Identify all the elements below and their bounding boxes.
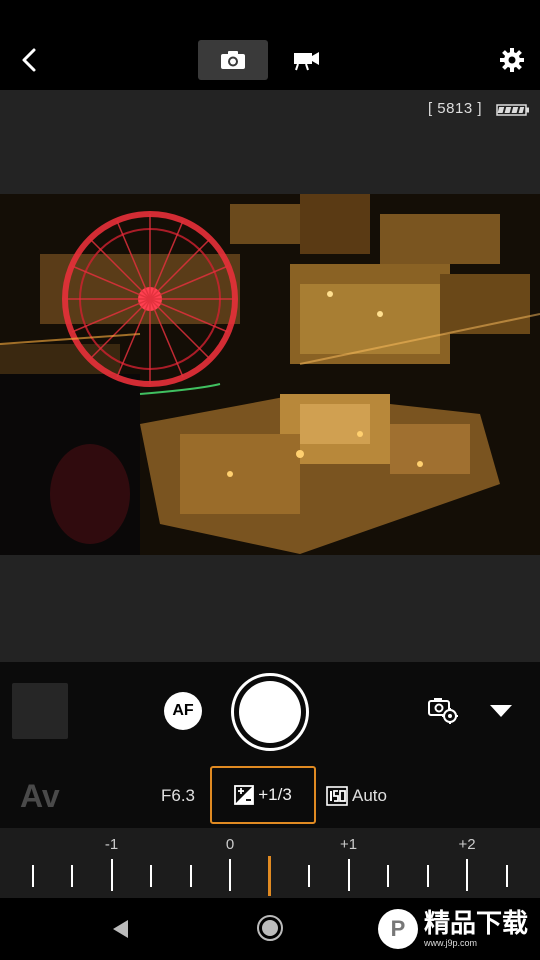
ruler-major-tick [110,859,113,891]
last-photo-thumbnail[interactable] [12,683,68,739]
video-mode-tab[interactable] [280,40,332,80]
exposure-compensation-control[interactable]: +1/3 [210,766,316,824]
ruler-minor-tick [426,865,429,887]
shots-remaining: [ 5813 ] [427,100,482,117]
watermark: P 精品下载 www.j9p.com [378,904,528,954]
ruler-minor-tick [31,865,34,887]
exposure-ruler[interactable]: -1 0 +1 +2 [0,828,540,898]
iso-control[interactable]: Auto [326,784,387,808]
ruler-major-tick [347,859,350,891]
ruler-minor-tick [189,865,192,887]
battery-full-icon [496,104,529,116]
ruler-minor-tick [308,865,310,887]
ruler-major-tick [466,859,468,891]
shutter-inner-circle [239,681,301,743]
aperture-value[interactable]: F6.3 [150,786,206,806]
exposure-compensation-icon [234,785,255,805]
ferris-wheel [62,211,238,387]
iso-value: Auto [352,786,387,805]
ruler-label: +2 [458,836,476,853]
dropdown-button[interactable] [484,696,518,726]
ruler-minor-tick [387,865,389,887]
back-button[interactable] [12,40,46,80]
live-view-image[interactable] [0,194,540,555]
ruler-major-tick [229,859,231,891]
camera-settings-button[interactable] [425,692,461,728]
ruler-label: +1 [339,836,358,853]
gear-icon [500,48,524,72]
chevron-left-icon [22,48,36,72]
movie-camera-icon [294,52,319,71]
watermark-sub-text: www.j9p.com [424,938,478,948]
shooting-mode[interactable]: Av [20,778,60,815]
iso-icon [326,786,348,806]
photo-mode-tab[interactable] [198,40,268,80]
camera-gear-icon [428,698,458,724]
watermark-main-text: 精品下载 [424,908,529,938]
ruler-minor-tick [150,865,152,887]
ruler-current-indicator [267,856,271,896]
triangle-left-icon[interactable] [110,918,132,940]
exposure-compensation-value: +1/3 [258,785,292,804]
settings-button[interactable] [492,40,532,80]
top-bar [0,0,540,90]
ruler-label: -1 [104,836,119,853]
watermark-logo: P [378,909,418,949]
shutter-button[interactable] [231,673,309,751]
camera-icon [221,51,245,69]
triangle-down-icon [490,705,512,717]
ruler-minor-tick [71,865,73,887]
ruler-minor-tick [505,865,508,887]
circle-home-icon[interactable] [256,914,284,942]
af-button[interactable]: AF [164,692,202,730]
ruler-label: 0 [225,836,235,853]
